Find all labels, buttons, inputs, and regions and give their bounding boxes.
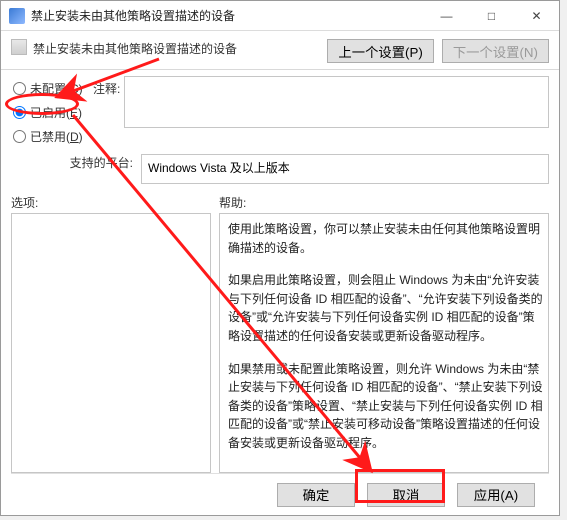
- ok-label: 确定: [303, 485, 330, 504]
- next-setting-button[interactable]: 下一个设置(N): [442, 39, 549, 63]
- next-setting-label: 下一个设置(N): [453, 42, 538, 61]
- nav-buttons: 上一个设置(P) 下一个设置(N): [327, 39, 549, 63]
- platform-label: 支持的平台:: [11, 154, 141, 171]
- subheader: 禁止安装未由其他策略设置描述的设备 上一个设置(P) 下一个设置(N): [1, 31, 559, 70]
- minimize-button[interactable]: —: [424, 1, 469, 30]
- titlebar: 禁止安装未由其他策略设置描述的设备 — □ ✕: [1, 1, 559, 31]
- window-controls: — □ ✕: [424, 1, 559, 30]
- policy-icon: [11, 39, 27, 55]
- close-button[interactable]: ✕: [514, 1, 559, 30]
- prev-setting-button[interactable]: 上一个设置(P): [327, 39, 433, 63]
- comment-field[interactable]: [124, 76, 549, 128]
- radio-enabled-input[interactable]: [13, 106, 26, 119]
- mid-labels: 选项: 帮助:: [11, 194, 549, 211]
- platform-text: Windows Vista 及以上版本: [148, 161, 290, 175]
- comment-label: 注释:: [93, 76, 120, 97]
- radio-group: 未配置(C) 已启用(E) 已禁用(D): [11, 76, 93, 148]
- footer: 确定 取消 应用(A): [11, 473, 549, 515]
- radio-enabled[interactable]: 已启用(E): [11, 100, 93, 124]
- radio-enabled-label: 已启用(E): [30, 104, 82, 121]
- window-title: 禁止安装未由其他策略设置描述的设备: [31, 7, 424, 24]
- maximize-button[interactable]: □: [469, 1, 514, 30]
- body-area: 未配置(C) 已启用(E) 已禁用(D) 注释: 支持的平台: Windows …: [1, 70, 559, 515]
- help-label: 帮助:: [219, 194, 549, 211]
- policy-name: 禁止安装未由其他策略设置描述的设备: [33, 39, 315, 57]
- policy-editor-window: 禁止安装未由其他策略设置描述的设备 — □ ✕ 禁止安装未由其他策略设置描述的设…: [0, 0, 560, 516]
- radio-not-configured-label: 未配置(C): [30, 80, 83, 97]
- platform-row: 支持的平台: Windows Vista 及以上版本: [11, 154, 549, 184]
- platform-field: Windows Vista 及以上版本: [141, 154, 549, 184]
- panels: 使用此策略设置，你可以禁止安装未由任何其他策略设置明确描述的设备。 如果启用此策…: [11, 213, 549, 473]
- help-paragraph: 使用此策略设置，你可以禁止安装未由任何其他策略设置明确描述的设备。: [228, 220, 544, 257]
- radio-disabled-label: 已禁用(D): [30, 128, 83, 145]
- ok-button[interactable]: 确定: [277, 483, 355, 507]
- cancel-button[interactable]: 取消: [367, 483, 445, 507]
- help-paragraph: 如果禁用或未配置此策略设置，则允许 Windows 为未由“禁止安装与下列任何设…: [228, 360, 544, 453]
- apply-button[interactable]: 应用(A): [457, 483, 535, 507]
- radio-disabled-input[interactable]: [13, 130, 26, 143]
- config-row: 未配置(C) 已启用(E) 已禁用(D) 注释:: [11, 76, 549, 148]
- cancel-label: 取消: [393, 485, 420, 504]
- help-panel-wrap: 使用此策略设置，你可以禁止安装未由任何其他策略设置明确描述的设备。 如果启用此策…: [219, 213, 549, 473]
- app-icon: [9, 8, 25, 24]
- options-panel[interactable]: [11, 213, 211, 473]
- prev-setting-label: 上一个设置(P): [338, 42, 422, 61]
- options-label: 选项:: [11, 194, 219, 211]
- radio-disabled[interactable]: 已禁用(D): [11, 124, 93, 148]
- apply-label: 应用(A): [474, 485, 518, 504]
- radio-not-configured-input[interactable]: [13, 82, 26, 95]
- radio-not-configured[interactable]: 未配置(C): [11, 76, 93, 100]
- help-paragraph: 如果启用此策略设置，则会阻止 Windows 为未由“允许安装与下列任何设备 I…: [228, 271, 544, 345]
- help-panel[interactable]: 使用此策略设置，你可以禁止安装未由任何其他策略设置明确描述的设备。 如果启用此策…: [219, 213, 549, 473]
